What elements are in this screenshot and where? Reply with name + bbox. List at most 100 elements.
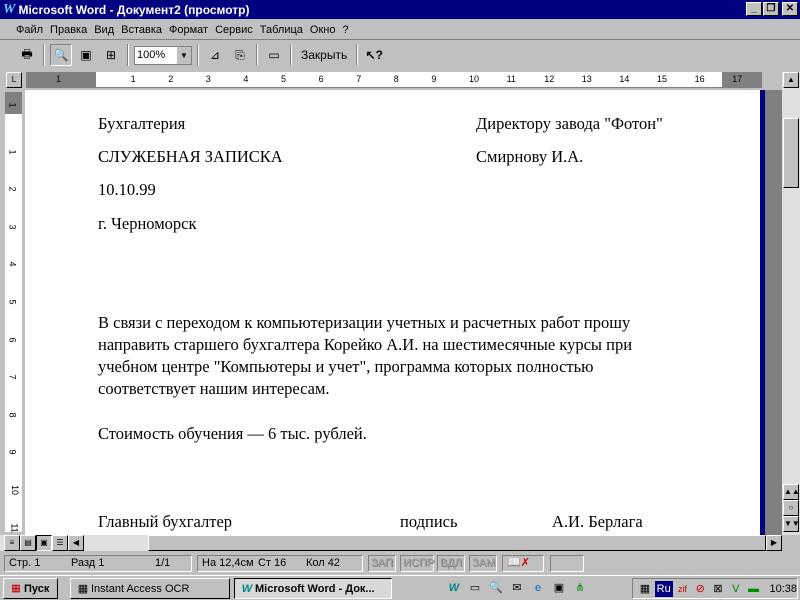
ruler-tick-label: 8 <box>7 412 18 418</box>
ruler-tick-label: 9 <box>7 449 18 455</box>
ruler-tick-label: 1 <box>7 149 18 155</box>
menu-format[interactable]: Формат <box>169 24 208 36</box>
antivirus-icon[interactable]: V <box>728 581 744 597</box>
menu-file[interactable]: Файл <box>16 24 43 36</box>
scroll-thumb[interactable] <box>148 535 766 551</box>
mail-icon[interactable]: ⊠ <box>710 581 726 597</box>
minimize-button[interactable]: _ <box>746 2 762 16</box>
status-trk[interactable]: ИСПР <box>400 555 434 572</box>
online-layout-icon[interactable]: ▤ <box>20 535 36 551</box>
menu-help[interactable]: ? <box>342 24 348 36</box>
view-ruler-icon[interactable]: ⊿ <box>204 44 226 66</box>
doc-body-line: В связи с переходом к компьютеризации уч… <box>98 313 631 332</box>
browse-object-icon[interactable]: ○ <box>783 500 799 516</box>
ruler-tick-label: 6 <box>7 337 18 343</box>
context-help-icon[interactable]: ↖? <box>363 44 385 66</box>
find-icon[interactable]: 🔍 <box>488 580 504 596</box>
word-icon: W <box>241 582 253 595</box>
task-label: Instant Access OCR <box>91 582 190 595</box>
doc-city: г. Черноморск <box>98 214 197 233</box>
ruler-tick-label: 4 <box>243 74 249 84</box>
task-ocr[interactable]: ▦ Instant Access OCR <box>70 578 230 599</box>
ruler-tick-label: 11 <box>506 74 516 84</box>
full-screen-icon[interactable]: ▭ <box>263 44 285 66</box>
task-word[interactable]: W Microsoft Word - Док... <box>234 578 392 599</box>
spelling-status-icon[interactable]: 📖✗ <box>502 555 544 572</box>
next-page-icon[interactable]: ▼▼ <box>783 516 800 532</box>
ruler-tick-label: 14 <box>619 74 630 84</box>
ruler-tick-label: 7 <box>7 374 18 380</box>
ruler-tick-label: 6 <box>318 74 324 84</box>
print-icon[interactable]: 🖶 <box>16 44 38 66</box>
ruler-tick-label: 1 <box>130 74 136 84</box>
ruler-tick-label: 3 <box>205 74 211 84</box>
word-icon[interactable]: W <box>446 580 462 596</box>
horizontal-ruler[interactable]: 1 1 2 3 4 5 6 7 8 9 10 11 12 13 14 15 16 17 <box>26 72 762 88</box>
ruler-tick-label: 12 <box>544 74 555 84</box>
multiple-pages-icon[interactable]: ⊞ <box>100 44 122 66</box>
status-bar: Стр. 1 Разд 1 1/1 На 12,4см Ст 16 Кол 42… <box>0 553 800 573</box>
explorer-icon[interactable]: ▣ <box>551 580 567 596</box>
scheduler-icon[interactable]: ▦ <box>637 581 653 597</box>
ruler-tick-label: 3 <box>7 224 18 230</box>
word-logo-icon: W <box>3 1 16 17</box>
window-title: Microsoft Word - Документ2 (просмотр) <box>18 2 250 17</box>
system-tray: ▦ Ru zif ⊘ ⊠ V ▬ 10:38 <box>632 578 798 599</box>
document-page[interactable]: Бухгалтерия СЛУЖЕБНАЯ ЗАПИСКА 10.10.99 г… <box>25 90 760 535</box>
outlook-icon[interactable]: ✉ <box>509 580 525 596</box>
status-page-section: Стр. 1 Разд 1 1/1 <box>4 555 192 572</box>
disk-icon[interactable]: ▬ <box>746 581 762 597</box>
zip-icon[interactable]: zif <box>675 581 691 597</box>
workspace-background <box>765 90 782 535</box>
outline-view-icon[interactable]: ☰ <box>52 535 68 551</box>
zoom-select[interactable]: 100% ▼ <box>134 45 192 65</box>
scroll-up-icon[interactable]: ▲ <box>783 72 799 88</box>
menu-insert[interactable]: Вставка <box>121 24 162 36</box>
doc-signature-position: Главный бухгалтер <box>98 512 233 531</box>
horizontal-scrollbar[interactable]: ≡ ▤ ▣ ☰ ◀ ▶ <box>0 535 782 551</box>
scroll-right-icon[interactable]: ▶ <box>766 535 782 551</box>
block-icon[interactable]: ⊘ <box>692 581 708 597</box>
close-button[interactable]: ✕ <box>782 2 798 16</box>
magnifier-icon[interactable]: 🔍 <box>50 44 72 66</box>
desktop-icon[interactable]: ▭ <box>467 580 483 596</box>
one-page-icon[interactable]: ▣ <box>75 44 97 66</box>
doc-department: Бухгалтерия <box>98 114 186 133</box>
network-icon[interactable]: ⋔ <box>572 580 588 596</box>
normal-view-icon[interactable]: ≡ <box>4 535 20 551</box>
ruler-tick-label: 10 <box>469 74 480 84</box>
ocr-app-icon: ▦ <box>77 582 89 595</box>
menu-table[interactable]: Таблица <box>260 24 303 36</box>
start-button[interactable]: ⊞ Пуск <box>3 578 58 599</box>
ruler-tick-label: 2 <box>7 186 18 192</box>
task-label: Microsoft Word - Док... <box>255 582 375 595</box>
tab-stop-selector[interactable]: L <box>6 72 22 88</box>
language-indicator[interactable]: Ru <box>654 580 673 597</box>
previous-page-icon[interactable]: ▲▲ <box>783 484 800 500</box>
shrink-to-fit-icon[interactable]: ⎘ <box>229 44 251 66</box>
menu-tools[interactable]: Сервис <box>215 24 253 36</box>
status-ext[interactable]: ВДЛ <box>437 555 465 572</box>
chevron-down-icon[interactable]: ▼ <box>177 46 191 64</box>
doc-addressee-name: Смирнову И.А. <box>476 147 584 166</box>
ruler-tick-label: 15 <box>657 74 668 84</box>
menu-view[interactable]: Вид <box>94 24 114 36</box>
scroll-left-icon[interactable]: ◀ <box>68 535 84 551</box>
internet-explorer-icon[interactable]: e <box>530 580 546 596</box>
menu-window[interactable]: Окно <box>310 24 336 36</box>
status-rec[interactable]: ЗАП <box>368 555 396 572</box>
doc-signature-name: А.И. Берлага <box>552 512 643 531</box>
scroll-thumb[interactable] <box>783 118 799 188</box>
menu-edit[interactable]: Правка <box>50 24 87 36</box>
close-preview-button[interactable]: Закрыть <box>297 44 351 66</box>
status-empty <box>550 555 584 572</box>
vertical-scrollbar[interactable]: ▲ ▲▲ ○ ▼▼ <box>782 72 800 535</box>
status-page: Стр. 1 <box>9 557 41 569</box>
restore-button[interactable]: ❐ <box>763 2 779 16</box>
vertical-ruler[interactable]: 1 1 2 3 4 5 6 7 8 9 10 11 <box>5 92 22 532</box>
status-pages: 1/1 <box>155 557 171 569</box>
zoom-value: 100% <box>137 49 166 61</box>
page-layout-icon[interactable]: ▣ <box>36 535 52 551</box>
quick-launch: W ▭ 🔍 ✉ e ▣ ⋔ <box>446 580 588 596</box>
status-ovr[interactable]: ЗАМ <box>469 555 497 572</box>
